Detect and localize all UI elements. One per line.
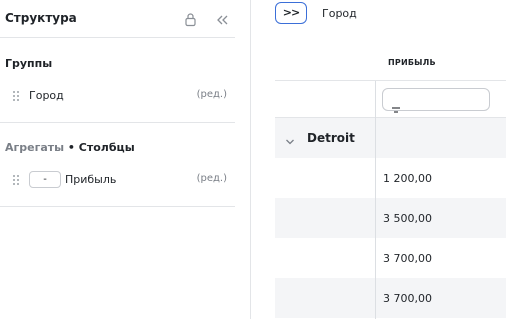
group-item-label: Город [29, 89, 64, 102]
profit-cell: 3 700,00 [383, 292, 432, 305]
groups-section: Группы Город (ред.) [0, 38, 235, 123]
aggregate-item-label: Прибыль [65, 173, 117, 186]
group-item-city[interactable]: Город (ред.) [0, 85, 235, 107]
groups-title: Группы [5, 57, 53, 70]
table-row: 3 700,00 [275, 238, 506, 278]
aggregates-title-muted: Агрегаты [5, 141, 65, 154]
column-divider [375, 81, 376, 319]
more-options-icon[interactable]: ·· [339, 5, 348, 18]
structure-panel: Структура Группы Город (ред.) Агрегаты •… [0, 0, 251, 319]
aggregates-title: Агрегаты • Столбцы [5, 141, 135, 154]
aggregate-item-profit[interactable]: - Прибыль (ред.) [0, 169, 235, 191]
double-chevron-left-icon[interactable] [215, 12, 229, 26]
aggregates-section: Агрегаты • Столбцы - Прибыль (ред.) [0, 123, 235, 207]
panel-title: Структура [5, 11, 77, 25]
edit-link[interactable]: (ред.) [197, 89, 227, 100]
edit-link[interactable]: (ред.) [197, 173, 227, 184]
expand-panel-button[interactable]: >> [275, 2, 307, 24]
aggregates-title-main: Столбцы [78, 141, 135, 154]
aggregation-selector[interactable]: - [29, 171, 61, 188]
column-filter-input[interactable] [382, 88, 490, 113]
profit-cell: 1 200,00 [383, 172, 432, 185]
group-row-label: Detroit [307, 131, 355, 145]
column-header[interactable]: ПРИБЫЛЬ [275, 40, 506, 81]
table-row: 3 700,00 [275, 278, 506, 318]
filter-row [275, 81, 506, 118]
lock-icon[interactable] [184, 12, 197, 27]
column-header-label: ПРИБЫЛЬ [388, 58, 436, 67]
drag-handle-icon[interactable] [13, 175, 19, 185]
group-row-detroit[interactable]: Detroit [275, 118, 506, 158]
chevron-down-icon[interactable] [285, 132, 295, 145]
profit-cell: 3 700,00 [383, 252, 432, 265]
pivot-table: ПРИБЫЛЬ Detroit 1 200,00 3 500,00 3 700,… [275, 40, 506, 319]
drag-handle-icon[interactable] [13, 91, 19, 101]
panel-header: Структура [0, 0, 235, 38]
table-row: 1 200,00 [275, 158, 506, 198]
filter-icon [392, 98, 400, 113]
table-row: 3 500,00 [275, 198, 506, 238]
aggregates-title-separator: • [64, 141, 79, 154]
profit-cell: 3 500,00 [383, 212, 432, 225]
